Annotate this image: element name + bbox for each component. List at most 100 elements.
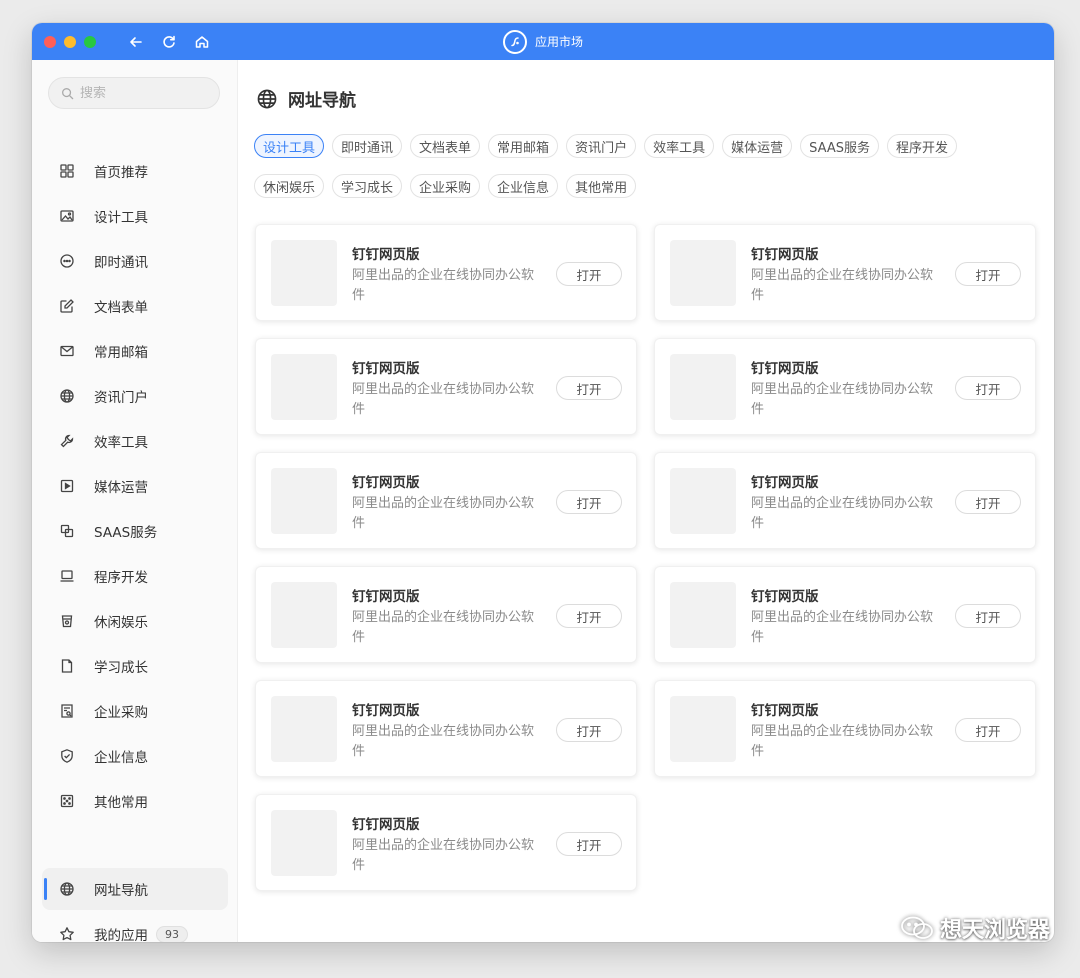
tag-enterprise-info[interactable]: 企业信息 (488, 174, 559, 198)
app-thumbnail (670, 468, 736, 534)
tag-media[interactable]: 媒体运营 (722, 134, 793, 158)
app-card[interactable]: 钉钉网页版 阿里出品的企业在线协同办公软件 打开 (654, 338, 1036, 435)
app-logo-icon (502, 29, 527, 54)
app-thumbnail (271, 354, 337, 420)
app-card[interactable]: 钉钉网页版 阿里出品的企业在线协同办公软件 打开 (654, 452, 1036, 549)
tag-efficiency[interactable]: 效率工具 (644, 134, 715, 158)
close-window-button[interactable] (44, 36, 56, 48)
sidebar-item-leisure[interactable]: 休闲娱乐 (42, 600, 228, 642)
home-icon (195, 36, 209, 48)
app-card[interactable]: 钉钉网页版 阿里出品的企业在线协同办公软件 打开 (255, 224, 637, 321)
app-card[interactable]: 钉钉网页版 阿里出品的企业在线协同办公软件 打开 (255, 794, 637, 891)
app-description: 阿里出品的企业在线协同办公软件 (751, 610, 934, 645)
sidebar-item-enterprise-info[interactable]: 企业信息 (42, 735, 228, 777)
app-name: 钉钉网页版 (352, 247, 420, 263)
app-card[interactable]: 钉钉网页版 阿里出品的企业在线协同办公软件 打开 (255, 452, 637, 549)
open-button[interactable]: 打开 (955, 376, 1021, 400)
sidebar-item-mail[interactable]: 常用邮箱 (42, 330, 228, 372)
open-button[interactable]: 打开 (556, 376, 622, 400)
sidebar-item-design[interactable]: 设计工具 (42, 195, 228, 237)
open-button[interactable]: 打开 (556, 490, 622, 514)
window-title: 应用市场 (534, 35, 583, 49)
search-input[interactable] (80, 85, 200, 101)
sidebar-item-label: 设计工具 (94, 210, 148, 226)
sidebar-item-others[interactable]: 其他常用 (42, 780, 228, 822)
app-description: 阿里出品的企业在线协同办公软件 (352, 382, 535, 417)
open-button[interactable]: 打开 (556, 604, 622, 628)
sidebar-item-media[interactable]: 媒体运营 (42, 465, 228, 507)
sidebar-item-label: 首页推荐 (94, 165, 148, 181)
mail-icon (58, 342, 76, 360)
open-button[interactable]: 打开 (556, 718, 622, 742)
main-content: 网址导航 设计工具 即时通讯 文档表单 常用邮箱 资讯门户 效率工具 媒体运营 … (238, 60, 1054, 942)
app-thumbnail (271, 240, 337, 306)
sidebar-item-label: 学习成长 (94, 660, 148, 676)
sidebar-item-learning[interactable]: 学习成长 (42, 645, 228, 687)
sidebar-item-saas[interactable]: SAAS服务 (42, 510, 228, 552)
tag-saas[interactable]: SAAS服务 (800, 134, 880, 158)
sidebar-item-label: 企业信息 (94, 750, 148, 766)
sidebar: 首页推荐 设计工具 即时通讯 文档表单 常用邮箱 资讯门户 效率工具 媒体运营 (32, 60, 238, 942)
open-button[interactable]: 打开 (556, 262, 622, 286)
sidebar-item-procurement[interactable]: 企业采购 (42, 690, 228, 732)
sidebar-item-news[interactable]: 资讯门户 (42, 375, 228, 417)
play-icon (58, 477, 76, 495)
book-icon (58, 657, 76, 675)
sidebar-item-label: SAAS服务 (94, 525, 158, 541)
category-tags: 设计工具 即时通讯 文档表单 常用邮箱 资讯门户 效率工具 媒体运营 SAAS服… (254, 134, 1034, 206)
sidebar-item-home[interactable]: 首页推荐 (42, 150, 228, 192)
open-button[interactable]: 打开 (955, 490, 1021, 514)
home-button[interactable] (190, 30, 214, 54)
tag-procurement[interactable]: 企业采购 (410, 174, 481, 198)
dice-icon (58, 792, 76, 810)
refresh-icon (163, 35, 175, 48)
tag-news[interactable]: 资讯门户 (566, 134, 637, 158)
app-description: 阿里出品的企业在线协同办公软件 (352, 838, 535, 873)
my-apps-count-badge: 93 (156, 925, 188, 942)
edit-icon (58, 297, 76, 315)
open-button[interactable]: 打开 (556, 832, 622, 856)
minimize-window-button[interactable] (64, 36, 76, 48)
app-thumbnail (271, 582, 337, 648)
tag-docs[interactable]: 文档表单 (410, 134, 481, 158)
tag-mail[interactable]: 常用邮箱 (488, 134, 559, 158)
sidebar-item-label: 效率工具 (94, 435, 148, 451)
sidebar-item-my-apps[interactable]: 我的应用 93 (42, 913, 228, 942)
app-thumbnail (670, 354, 736, 420)
sidebar-item-url-nav[interactable]: 网址导航 (42, 868, 228, 910)
open-button[interactable]: 打开 (955, 718, 1021, 742)
sidebar-item-label: 程序开发 (94, 570, 148, 586)
app-card[interactable]: 钉钉网页版 阿里出品的企业在线协同办公软件 打开 (654, 224, 1036, 321)
open-button[interactable]: 打开 (955, 604, 1021, 628)
sidebar-item-label: 网址导航 (94, 883, 148, 899)
tag-design[interactable]: 设计工具 (254, 134, 325, 158)
sidebar-item-efficiency[interactable]: 效率工具 (42, 420, 228, 462)
app-name: 钉钉网页版 (751, 247, 819, 263)
open-button[interactable]: 打开 (955, 262, 1021, 286)
app-card[interactable]: 钉钉网页版 阿里出品的企业在线协同办公软件 打开 (255, 566, 637, 663)
tag-others[interactable]: 其他常用 (566, 174, 637, 198)
maximize-window-button[interactable] (84, 36, 96, 48)
app-card[interactable]: 钉钉网页版 阿里出品的企业在线协同办公软件 打开 (654, 680, 1036, 777)
cup-icon (58, 612, 76, 630)
app-card[interactable]: 钉钉网页版 阿里出品的企业在线协同办公软件 打开 (255, 680, 637, 777)
tag-im[interactable]: 即时通讯 (332, 134, 403, 158)
sidebar-item-im[interactable]: 即时通讯 (42, 240, 228, 282)
app-card[interactable]: 钉钉网页版 阿里出品的企业在线协同办公软件 打开 (255, 338, 637, 435)
sidebar-item-dev[interactable]: 程序开发 (42, 555, 228, 597)
app-card-grid: 钉钉网页版 阿里出品的企业在线协同办公软件 打开 钉钉网页版 阿里出品的企业在线… (255, 224, 1036, 891)
sidebar-item-docs[interactable]: 文档表单 (42, 285, 228, 327)
app-thumbnail (271, 696, 337, 762)
tag-dev[interactable]: 程序开发 (887, 134, 958, 158)
sidebar-item-label: 即时通讯 (94, 255, 148, 271)
globe-icon (58, 387, 76, 405)
app-description: 阿里出品的企业在线协同办公软件 (352, 268, 535, 303)
reload-button[interactable] (157, 30, 181, 54)
tag-learning[interactable]: 学习成长 (332, 174, 403, 198)
app-card[interactable]: 钉钉网页版 阿里出品的企业在线协同办公软件 打开 (654, 566, 1036, 663)
back-button[interactable] (124, 30, 148, 54)
tag-leisure[interactable]: 休闲娱乐 (254, 174, 325, 198)
app-name: 钉钉网页版 (352, 817, 420, 833)
image-icon (58, 207, 76, 225)
app-name: 钉钉网页版 (352, 589, 420, 605)
